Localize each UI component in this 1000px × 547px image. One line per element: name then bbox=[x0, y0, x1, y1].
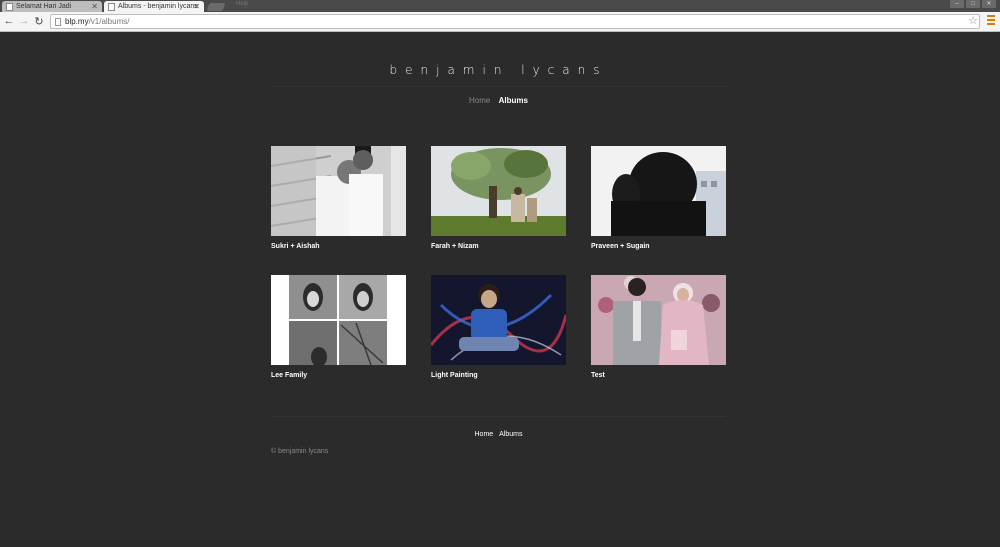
menu-icon[interactable] bbox=[987, 15, 995, 27]
album-thumbnail[interactable] bbox=[271, 146, 406, 236]
album-caption[interactable]: Test bbox=[591, 372, 726, 379]
footer-divider bbox=[271, 416, 726, 417]
page-icon bbox=[108, 3, 115, 11]
main-nav: Home Albums bbox=[271, 96, 726, 105]
header-divider bbox=[271, 86, 726, 87]
close-icon[interactable]: ✕ bbox=[91, 1, 98, 12]
forward-icon[interactable]: → bbox=[18, 15, 30, 27]
footer-home-link[interactable]: Home bbox=[475, 431, 494, 438]
nav-albums-link[interactable]: Albums bbox=[499, 96, 528, 105]
reload-icon[interactable]: ↻ bbox=[33, 15, 45, 28]
browser-toolbar: ← → ↻ blp.my/v1/albums/ ☆ bbox=[0, 12, 1000, 32]
album-caption[interactable]: Farah + Nizam bbox=[431, 243, 566, 250]
site-title: benjamin lycans bbox=[389, 63, 608, 77]
bookmark-star-icon[interactable]: ☆ bbox=[968, 14, 978, 27]
album-card[interactable]: Farah + Nizam bbox=[431, 146, 566, 250]
url-domain: blp.my bbox=[65, 17, 89, 26]
album-card[interactable]: Test bbox=[591, 275, 726, 379]
album-thumbnail[interactable] bbox=[431, 275, 566, 365]
tab-strip: Selamat Hari Jadi ✕ Albums - benjamin ly… bbox=[0, 0, 1000, 13]
maximize-button[interactable]: □ bbox=[966, 0, 980, 8]
ghost-tab-label: Help bbox=[236, 1, 249, 7]
album-card[interactable]: Lee Family bbox=[271, 275, 406, 379]
close-window-button[interactable]: ✕ bbox=[982, 0, 996, 8]
nav-home-link[interactable]: Home bbox=[469, 96, 490, 105]
album-thumbnail[interactable] bbox=[271, 275, 406, 365]
tab-label: Selamat Hari Jadi bbox=[16, 3, 72, 10]
album-card[interactable]: Praveen + Sugain bbox=[591, 146, 726, 250]
page-icon bbox=[55, 18, 61, 26]
window-controls: – □ ✕ bbox=[950, 0, 996, 8]
tab-label: Albums - benjamin lycans bbox=[118, 3, 198, 10]
album-caption[interactable]: Sukri + Aishah bbox=[271, 243, 406, 250]
address-bar[interactable]: blp.my/v1/albums/ bbox=[50, 14, 980, 29]
minimize-button[interactable]: – bbox=[950, 0, 964, 8]
album-thumbnail[interactable] bbox=[591, 146, 726, 236]
album-caption[interactable]: Praveen + Sugain bbox=[591, 243, 726, 250]
browser-chrome: Selamat Hari Jadi ✕ Albums - benjamin ly… bbox=[0, 0, 1000, 32]
album-caption[interactable]: Light Painting bbox=[431, 372, 566, 379]
album-thumbnail[interactable] bbox=[591, 275, 726, 365]
url-path: /v1/albums/ bbox=[88, 17, 130, 26]
footer-albums-link[interactable]: Albums bbox=[499, 431, 522, 438]
footer-nav: Home Albums bbox=[271, 431, 726, 438]
album-card[interactable]: Sukri + Aishah bbox=[271, 146, 406, 250]
album-thumbnail[interactable] bbox=[431, 146, 566, 236]
album-caption[interactable]: Lee Family bbox=[271, 372, 406, 379]
back-icon[interactable]: ← bbox=[3, 15, 15, 27]
copyright-text: © benjamin lycans bbox=[271, 448, 329, 455]
new-tab-button[interactable] bbox=[206, 3, 226, 11]
page-icon bbox=[6, 3, 13, 11]
album-card[interactable]: Light Painting bbox=[431, 275, 566, 379]
close-icon[interactable]: ✕ bbox=[193, 1, 200, 12]
